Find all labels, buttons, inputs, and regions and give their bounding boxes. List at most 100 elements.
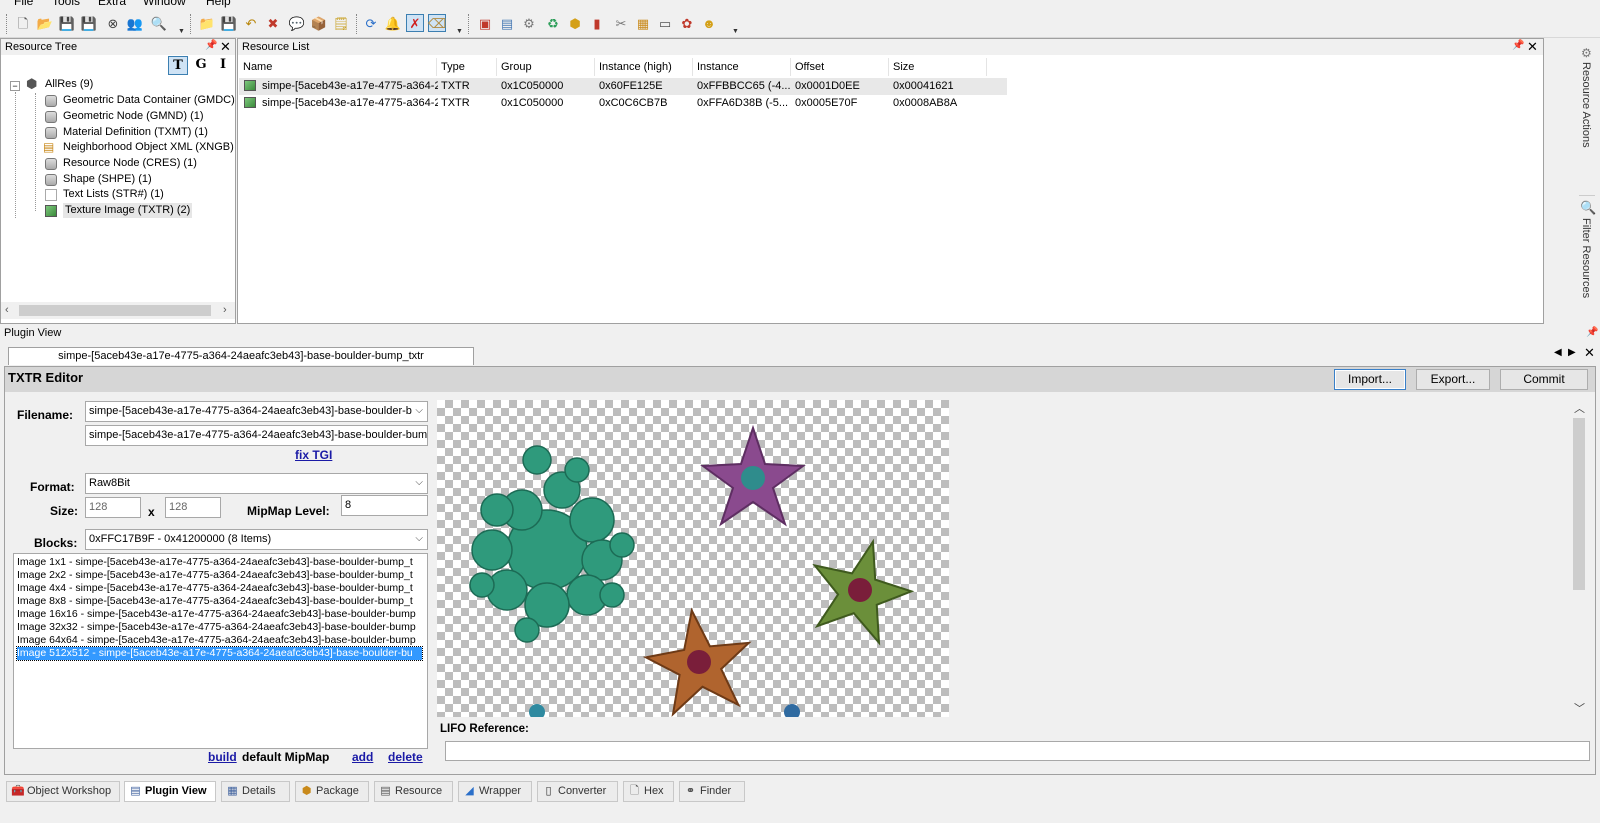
- tab-prev-icon[interactable]: ◀: [1554, 347, 1562, 358]
- close-icon[interactable]: ✕: [1527, 39, 1538, 55]
- tool-11-icon[interactable]: ☻: [700, 14, 718, 32]
- import-button[interactable]: Import...: [1334, 369, 1406, 390]
- filter-group-button[interactable]: G: [191, 56, 211, 75]
- scroll-thumb[interactable]: [19, 305, 211, 316]
- menu-help[interactable]: Help: [206, 0, 231, 8]
- filename-input[interactable]: simpe-[5aceb43e-a17e-4775-a364-24aeafc3e…: [85, 425, 428, 446]
- toolbar-overflow-icon[interactable]: ▼: [178, 28, 185, 36]
- tool-1-icon[interactable]: ▣: [476, 14, 494, 32]
- tab-package[interactable]: ⬢ Package: [295, 781, 369, 802]
- list-item[interactable]: Image 1x1 - simpe-[5aceb43e-a17e-4775-a3…: [17, 556, 422, 569]
- toolbar-overflow-icon[interactable]: ▼: [456, 28, 463, 36]
- pin-icon[interactable]: 📌: [1512, 40, 1524, 51]
- build-link[interactable]: build: [208, 750, 237, 764]
- col-header-instance-high[interactable]: Instance (high): [595, 58, 693, 76]
- tree-item-shpe[interactable]: Shape (SHPE) (1): [63, 172, 152, 187]
- eraser-icon[interactable]: ⌫: [428, 14, 446, 32]
- tree-item-cres[interactable]: Resource Node (CRES) (1): [63, 156, 197, 171]
- tool-4-icon[interactable]: ♻: [544, 14, 562, 32]
- delete-resource-icon[interactable]: ✖: [264, 14, 282, 32]
- refresh-icon[interactable]: ⟳: [362, 14, 380, 32]
- tool-7-icon[interactable]: ✂: [612, 14, 630, 32]
- tab-resource[interactable]: ▤ Resource: [374, 781, 453, 802]
- add-link[interactable]: add: [352, 750, 373, 764]
- list-item[interactable]: Image 4x4 - simpe-[5aceb43e-a17e-4775-a3…: [17, 582, 422, 595]
- tab-hex[interactable]: 🗋 Hex: [623, 781, 674, 802]
- bell-icon[interactable]: 🔔: [384, 14, 402, 32]
- scroll-up-icon[interactable]: ︿: [1574, 400, 1585, 416]
- fix-tgi-link[interactable]: fix TGI: [295, 448, 332, 462]
- export-button[interactable]: Export...: [1416, 369, 1490, 390]
- horizontal-scrollbar[interactable]: ‹ ›: [1, 302, 235, 319]
- list-item[interactable]: Image 64x64 - simpe-[5aceb43e-a17e-4775-…: [17, 634, 422, 647]
- commit-button[interactable]: Commit: [1500, 369, 1588, 390]
- tab-converter[interactable]: ▯ Converter: [537, 781, 618, 802]
- scroll-right-icon[interactable]: ›: [223, 304, 227, 316]
- tree-item-xngb[interactable]: Neighborhood Object XML (XNGB) (1): [63, 140, 250, 155]
- tool-5-icon[interactable]: ⬢: [566, 14, 584, 32]
- tree-item-txmt[interactable]: Material Definition (TXMT) (1): [63, 125, 208, 140]
- new-file-icon[interactable]: 🗋: [14, 14, 32, 32]
- undo-icon[interactable]: ↶: [242, 14, 260, 32]
- list-item[interactable]: Image 2x2 - simpe-[5aceb43e-a17e-4775-a3…: [17, 569, 422, 582]
- pin-icon[interactable]: 📌: [1586, 327, 1598, 338]
- list-item[interactable]: Image 32x32 - simpe-[5aceb43e-a17e-4775-…: [17, 621, 422, 634]
- tree-item-str[interactable]: Text Lists (STR#) (1): [63, 187, 164, 202]
- menu-file[interactable]: File: [14, 0, 33, 8]
- tool-3-icon[interactable]: ⚙: [520, 14, 538, 32]
- collapse-icon[interactable]: −: [10, 81, 20, 91]
- tab-object-workshop[interactable]: 🧰 Object Workshop: [6, 781, 120, 802]
- tab-next-icon[interactable]: ▶: [1568, 347, 1576, 358]
- menu-tools[interactable]: Tools: [52, 0, 80, 8]
- format-combo[interactable]: Raw8Bit ⌵: [85, 473, 428, 494]
- size-height-input[interactable]: 128: [165, 497, 221, 518]
- tool-8-icon[interactable]: ▦: [634, 14, 652, 32]
- sims-icon[interactable]: 👥: [126, 14, 144, 32]
- delete-link[interactable]: delete: [388, 750, 423, 764]
- find-icon[interactable]: 🔍: [150, 14, 168, 32]
- mipmap-list[interactable]: Image 1x1 - simpe-[5aceb43e-a17e-4775-a3…: [13, 553, 428, 749]
- scroll-down-icon[interactable]: ﹀: [1574, 700, 1585, 716]
- scroll-left-icon[interactable]: ‹: [5, 304, 9, 316]
- menu-extra[interactable]: Extra: [98, 0, 126, 8]
- close-icon[interactable]: ✕: [220, 39, 231, 55]
- vertical-scrollbar[interactable]: ︿ ﹀: [1570, 400, 1588, 716]
- lifo-reference-input[interactable]: [445, 741, 1590, 761]
- filter-instance-button[interactable]: I: [213, 56, 233, 75]
- col-header-offset[interactable]: Offset: [791, 58, 889, 76]
- package-icon[interactable]: 📦: [310, 14, 328, 32]
- col-header-instance[interactable]: Instance: [693, 58, 791, 76]
- tool-6-icon[interactable]: ▮: [588, 14, 606, 32]
- tab-finder[interactable]: ⚭ Finder: [679, 781, 745, 802]
- side-tab-filter-resources[interactable]: Filter Resources: [1580, 218, 1592, 298]
- tool-9-icon[interactable]: ▭: [656, 14, 674, 32]
- tab-plugin-view[interactable]: ▤ Plugin View: [124, 781, 216, 802]
- col-header-name[interactable]: Name: [239, 58, 437, 76]
- tree-item-txtr[interactable]: Texture Image (TXTR) (2): [63, 203, 193, 218]
- save-all-icon[interactable]: 💾: [220, 14, 238, 32]
- tree-root[interactable]: AllRes (9): [45, 77, 93, 92]
- open-folder-icon[interactable]: 📂: [36, 14, 54, 32]
- open-recent-icon[interactable]: 📁: [198, 14, 216, 32]
- cancel-icon[interactable]: ✗: [406, 14, 424, 32]
- filename-combo[interactable]: simpe-[5aceb43e-a17e-4775-a364-24aeafc3e…: [85, 401, 428, 422]
- close-icon[interactable]: ✕: [1584, 345, 1595, 361]
- col-header-type[interactable]: Type: [437, 58, 497, 76]
- toolbar-overflow-icon[interactable]: ▼: [732, 28, 739, 36]
- save-icon[interactable]: 💾: [58, 14, 76, 32]
- scroll-thumb[interactable]: [1573, 418, 1585, 590]
- tree-item-gmnd[interactable]: Geometric Node (GMND) (1): [63, 109, 204, 124]
- list-item-selected[interactable]: Image 512x512 - simpe-[5aceb43e-a17e-477…: [16, 646, 423, 661]
- tool-2-icon[interactable]: ▤: [498, 14, 516, 32]
- tab-wrapper[interactable]: ◢ Wrapper: [458, 781, 532, 802]
- side-tab-resource-actions[interactable]: Resource Actions: [1580, 62, 1592, 148]
- col-header-group[interactable]: Group: [497, 58, 595, 76]
- size-width-input[interactable]: 128: [85, 497, 141, 518]
- close-package-icon[interactable]: ⊗: [104, 14, 122, 32]
- list-item[interactable]: Image 8x8 - simpe-[5aceb43e-a17e-4775-a3…: [17, 595, 422, 608]
- tree-item-gmdc[interactable]: Geometric Data Container (GMDC) (1): [63, 93, 251, 108]
- document-tab[interactable]: simpe-[5aceb43e-a17e-4775-a364-24aeafc3e…: [8, 347, 474, 365]
- menu-window[interactable]: Window: [143, 0, 186, 8]
- pin-icon[interactable]: 📌: [205, 40, 217, 51]
- blocks-combo[interactable]: 0xFFC17B9F - 0x41200000 (8 Items) ⌵: [85, 529, 428, 550]
